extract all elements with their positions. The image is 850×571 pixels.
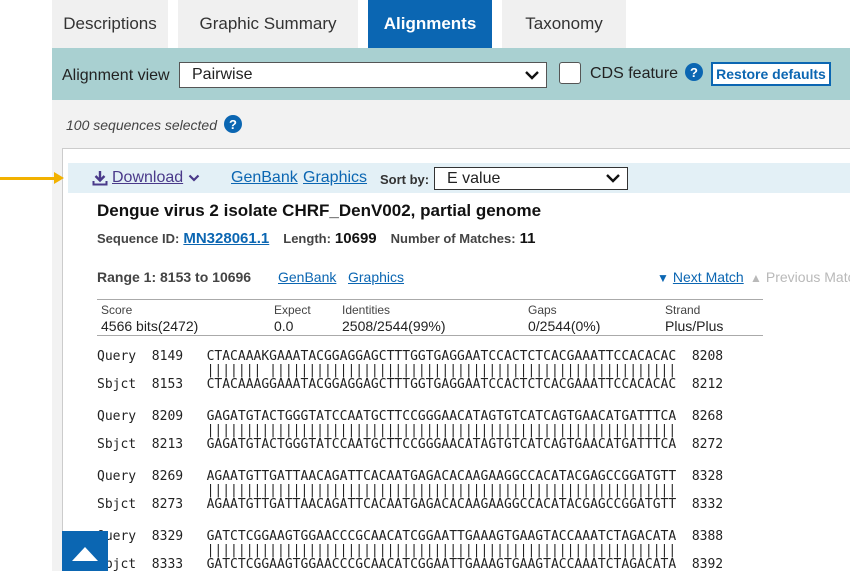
sequence-id-label: Sequence ID: xyxy=(97,231,180,246)
previous-match-link: ▲Previous Match xyxy=(750,269,850,285)
cds-feature-label: CDS feature xyxy=(590,65,679,82)
result-tabs: Descriptions Graphic Summary Alignments … xyxy=(52,0,850,48)
sort-by-select[interactable]: E value xyxy=(434,167,628,190)
tab-descriptions[interactable]: Descriptions xyxy=(52,0,168,48)
stat-score-value: 4566 bits(2472) xyxy=(101,318,199,334)
cds-feature-checkbox[interactable] xyxy=(559,62,581,84)
hit-meta: Sequence ID: MN328061.1 Length: 10699 Nu… xyxy=(97,230,549,247)
length-value: 10699 xyxy=(334,230,377,247)
stat-strand: Strand Plus/Plus xyxy=(665,303,723,334)
selection-row: 100 sequences selected ? xyxy=(52,100,850,148)
help-icon[interactable]: ? xyxy=(685,63,703,81)
pointer-arrow-icon xyxy=(54,172,64,184)
stat-gaps-value: 0/2544(0%) xyxy=(528,318,601,334)
caret-up-icon xyxy=(72,547,98,561)
match-line: ||||||||||||||||||||||||||||||||||||||||… xyxy=(97,543,677,558)
range-label: Range 1: 8153 to 10696 xyxy=(97,269,252,285)
stat-strand-value: Plus/Plus xyxy=(665,318,724,334)
stat-identities-header: Identities xyxy=(342,303,391,317)
alignment-view-label: Alignment view xyxy=(62,67,170,84)
sort-by-label: Sort by: xyxy=(380,172,430,187)
sequences-selected-text: 100 sequences selected xyxy=(66,117,217,133)
match-line: ||||||||||||||||||||||||||||||||||||||||… xyxy=(97,483,677,498)
chevron-down-icon xyxy=(599,174,627,183)
query-line: Query 8149 CTACAAAKGAAATACGGAGGAGCTTTGGT… xyxy=(97,349,724,364)
stat-score-header: Score xyxy=(101,303,133,317)
hit-title: Dengue virus 2 isolate CHRF_DenV002, par… xyxy=(97,201,542,220)
range-genbank-link[interactable]: GenBank xyxy=(278,269,336,285)
graphics-link[interactable]: Graphics xyxy=(303,169,367,187)
chevron-down-icon xyxy=(518,70,546,80)
query-line: Query 8329 GATCTCGGAAGTGGAACCCGCAACATCGG… xyxy=(97,529,724,544)
stat-expect-value: 0.0 xyxy=(274,318,294,334)
match-line: ||||||||||||||||||||||||||||||||||||||||… xyxy=(97,423,677,438)
subject-line: Sbjct 8213 GAGATGTACTGGGTATCCAATGCTTCCGG… xyxy=(97,437,724,452)
stat-gaps-header: Gaps xyxy=(528,303,557,317)
alignment-block: Query 8269 AGAATGTTGATTAACAGATTCACAATGAG… xyxy=(97,470,723,512)
subject-line: Sbjct 8153 CTACAAAGGAAATACGGAGGAGCTTTGGT… xyxy=(97,377,724,392)
back-to-top-button[interactable] xyxy=(62,531,108,571)
stat-strand-header: Strand xyxy=(665,303,701,317)
alignment-stats: Score 4566 bits(2472) Expect 0.0 Identit… xyxy=(97,299,763,336)
tab-alignments[interactable]: Alignments xyxy=(368,0,492,48)
triangle-up-icon: ▲ xyxy=(750,271,762,285)
genbank-link[interactable]: GenBank xyxy=(231,169,298,187)
alignment-view-value: Pairwise xyxy=(192,66,253,83)
sequence-id-link[interactable]: MN328061.1 xyxy=(183,230,269,247)
stat-gaps: Gaps 0/2544(0%) xyxy=(528,303,600,334)
chevron-down-icon[interactable] xyxy=(188,170,200,188)
download-link[interactable]: Download xyxy=(112,169,183,187)
length-label: Length: xyxy=(283,231,331,246)
help-icon[interactable]: ? xyxy=(224,115,242,133)
previous-match-label: Previous Match xyxy=(765,269,850,285)
tab-graphic-summary[interactable]: Graphic Summary xyxy=(178,0,358,48)
download-bar: Download GenBank Graphics Sort by: E val… xyxy=(68,163,850,193)
matches-label: Number of Matches: xyxy=(390,231,516,246)
next-match-link[interactable]: ▼ Next Match xyxy=(657,269,744,285)
subject-line: Sbjct 8273 AGAATGTTGATTAACAGATTCACAATGAG… xyxy=(97,497,724,512)
match-line: ||||||| ||||||||||||||||||||||||||||||||… xyxy=(97,363,677,378)
stat-score: Score 4566 bits(2472) xyxy=(101,303,198,334)
alignment-view-select[interactable]: Pairwise xyxy=(179,62,547,88)
stat-identities: Identities 2508/2544(99%) xyxy=(342,303,446,334)
tab-taxonomy[interactable]: Taxonomy xyxy=(502,0,626,48)
range-graphics-link[interactable]: Graphics xyxy=(348,269,404,285)
stat-expect: Expect 0.0 xyxy=(274,303,311,334)
alignment-view-bar: Alignment view Pairwise CDS feature ? Re… xyxy=(52,48,850,100)
restore-defaults-button[interactable]: Restore defaults xyxy=(711,62,831,86)
subject-line: Sbjct 8333 GATCTCGGAAGTGGAACCCGCAACATCGG… xyxy=(97,557,724,571)
matches-value: 11 xyxy=(519,230,536,247)
panel-gutter xyxy=(52,148,62,571)
next-match-label: Next Match xyxy=(672,269,744,285)
alignment-block: Query 8329 GATCTCGGAAGTGGAACCCGCAACATCGG… xyxy=(97,530,723,571)
query-line: Query 8209 GAGATGTACTGGGTATCCAATGCTTCCGG… xyxy=(97,409,724,424)
query-line: Query 8269 AGAATGTTGATTAACAGATTCACAATGAG… xyxy=(97,469,724,484)
stat-expect-header: Expect xyxy=(274,303,311,317)
pointer-arrow-line xyxy=(0,177,56,180)
stat-identities-value: 2508/2544(99%) xyxy=(342,318,446,334)
sort-by-value: E value xyxy=(447,169,501,187)
alignment-block: Query 8209 GAGATGTACTGGGTATCCAATGCTTCCGG… xyxy=(97,410,723,452)
triangle-down-icon: ▼ xyxy=(657,271,669,285)
download-icon xyxy=(92,170,108,191)
alignment-block: Query 8149 CTACAAAKGAAATACGGAGGAGCTTTGGT… xyxy=(97,350,723,392)
